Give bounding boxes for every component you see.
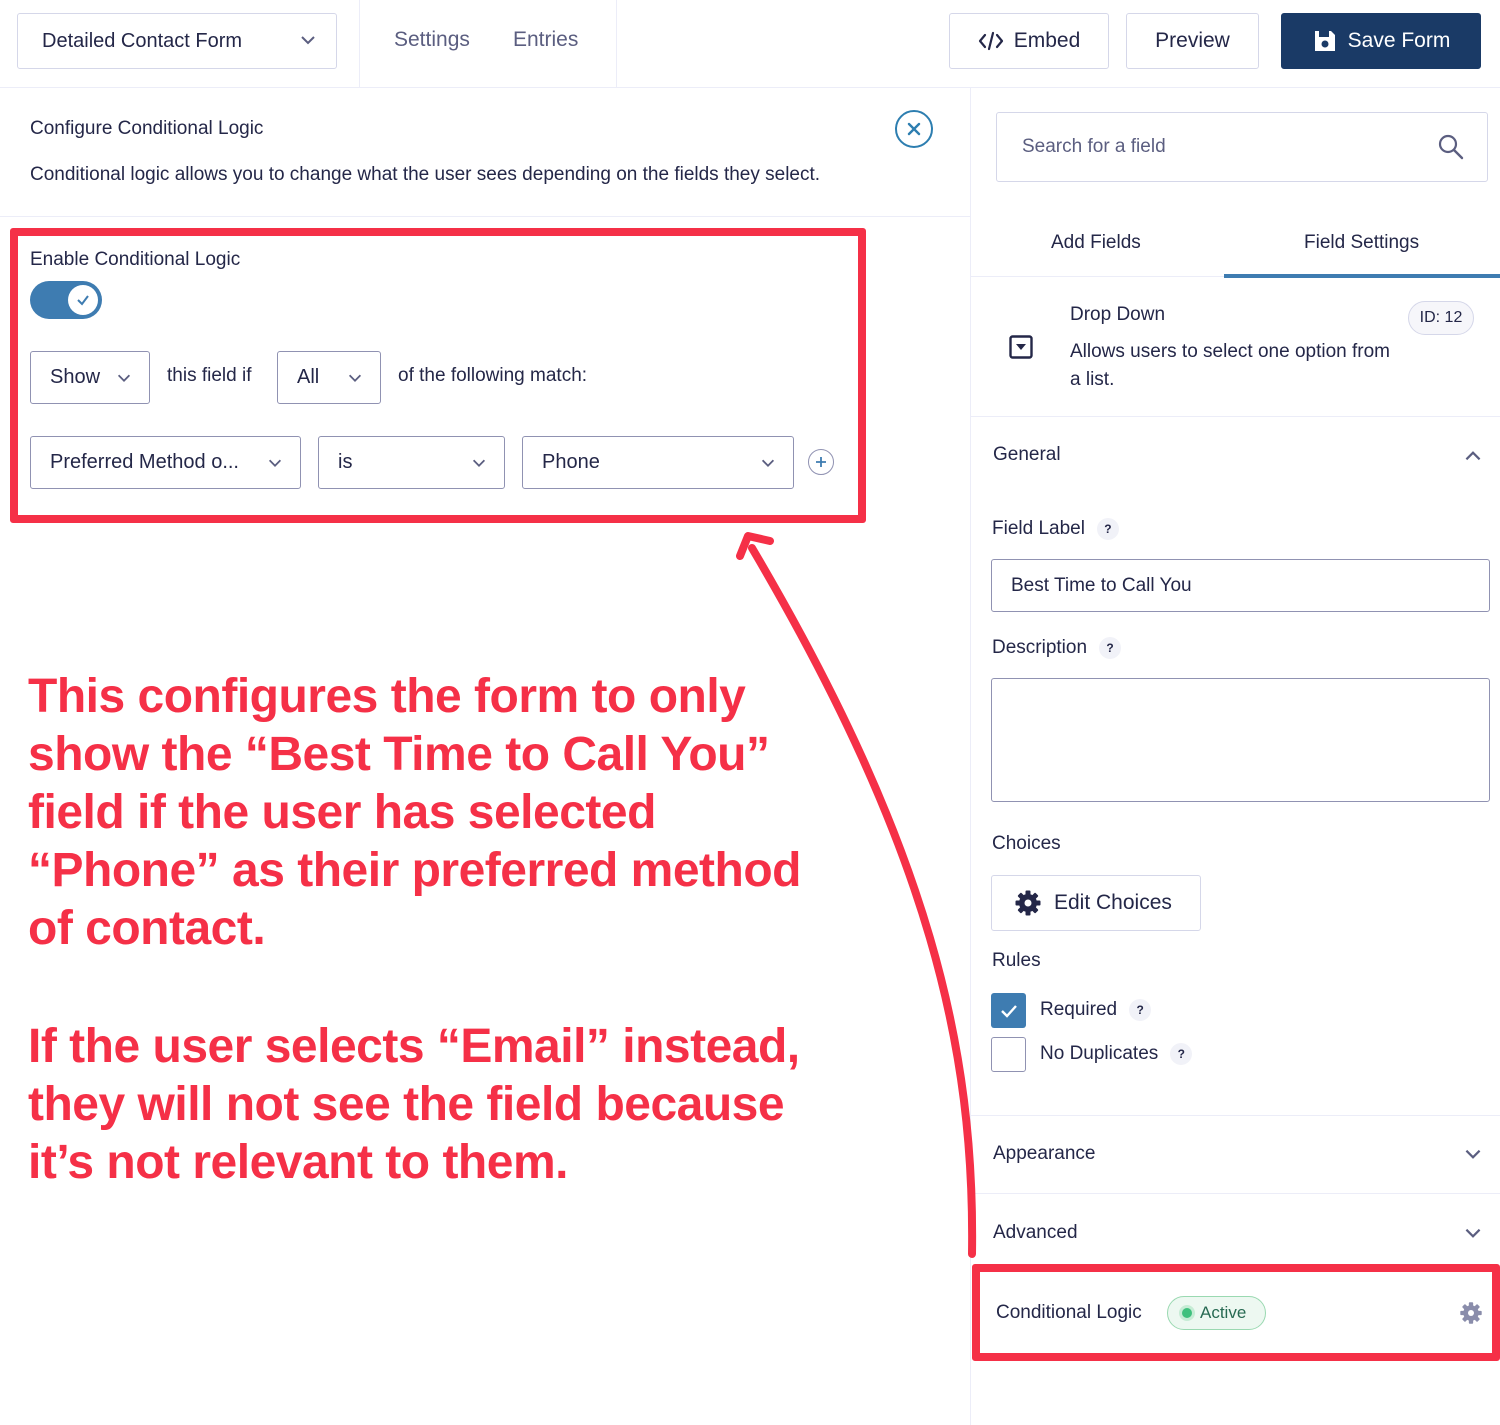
save-form-label: Save Form xyxy=(1347,29,1451,52)
required-label: Required ? xyxy=(1040,999,1152,1021)
floppy-disk-icon xyxy=(1314,31,1335,51)
appearance-section-title[interactable]: Appearance xyxy=(993,1143,1095,1165)
check-icon xyxy=(77,295,89,306)
no-duplicates-checkbox[interactable] xyxy=(991,1037,1026,1072)
active-tab-indicator xyxy=(1224,274,1500,278)
rules-text: Rules xyxy=(992,950,1041,971)
rule-operator-value: is xyxy=(338,451,353,473)
section-divider xyxy=(971,1115,1500,1116)
chevron-down-icon[interactable] xyxy=(1462,1143,1484,1165)
description-title: Description ? xyxy=(992,637,1122,659)
form-name: Detailed Contact Form xyxy=(42,29,243,52)
edit-choices-button[interactable]: Edit Choices xyxy=(991,875,1201,931)
active-dot-icon xyxy=(1182,1308,1192,1318)
plus-icon xyxy=(816,457,826,467)
conditional-logic-section-title[interactable]: Conditional Logic xyxy=(996,1302,1142,1324)
following-match-text: of the following match: xyxy=(398,365,588,386)
tab-field-settings[interactable]: Field Settings xyxy=(1304,232,1419,254)
field-id-badge: ID: 12 xyxy=(1408,301,1474,335)
nav-settings[interactable]: Settings xyxy=(394,28,470,52)
action-select[interactable]: Show xyxy=(30,351,150,404)
field-type-title: Drop Down xyxy=(1070,304,1166,325)
annotation-paragraph-1: This configures the form to only show th… xyxy=(28,670,802,955)
rule-value-value: Phone xyxy=(542,451,600,473)
toolbar-divider xyxy=(359,0,360,88)
chevron-down-icon xyxy=(268,459,282,467)
section-divider xyxy=(971,416,1500,417)
chevron-down-icon xyxy=(348,374,362,382)
choices-title: Choices xyxy=(992,833,1061,855)
field-search-input[interactable]: Search for a field xyxy=(996,112,1488,182)
code-icon xyxy=(978,31,1003,51)
field-label-title: Field Label ? xyxy=(992,518,1119,540)
chevron-down-icon xyxy=(301,36,315,45)
this-field-if-text: this field if xyxy=(167,365,252,386)
field-label-value: Best Time to Call You xyxy=(1011,574,1192,596)
section-divider xyxy=(971,1193,1500,1194)
embed-label: Embed xyxy=(1013,29,1081,52)
search-placeholder: Search for a field xyxy=(1022,136,1166,157)
dropdown-field-icon xyxy=(1009,335,1033,359)
save-form-button[interactable]: Save Form xyxy=(1281,13,1481,69)
chevron-up-icon[interactable] xyxy=(1462,445,1484,467)
help-icon[interactable]: ? xyxy=(1099,637,1122,659)
action-select-value: Show xyxy=(50,366,101,388)
status-badge: Active xyxy=(1167,1296,1266,1330)
gear-icon[interactable] xyxy=(1459,1301,1483,1325)
toggle-knob xyxy=(68,285,98,315)
rule-operator-select[interactable]: is xyxy=(318,436,505,489)
toolbar-divider xyxy=(616,0,617,88)
preview-button[interactable]: Preview xyxy=(1126,13,1259,69)
required-checkbox[interactable] xyxy=(991,993,1026,1028)
required-text: Required xyxy=(1040,999,1118,1020)
field-label-text: Field Label xyxy=(992,518,1085,539)
top-toolbar: Detailed Contact Form Settings Entries E… xyxy=(0,0,1500,88)
panel-description: Conditional logic allows you to change w… xyxy=(30,164,821,185)
close-panel-button[interactable] xyxy=(895,110,933,148)
tab-add-fields[interactable]: Add Fields xyxy=(1051,232,1141,254)
rule-value-select[interactable]: Phone xyxy=(522,436,794,489)
check-icon xyxy=(1000,1004,1017,1018)
help-icon[interactable]: ? xyxy=(1129,999,1152,1021)
form-switcher-dropdown[interactable]: Detailed Contact Form xyxy=(17,13,337,69)
no-duplicates-text: No Duplicates xyxy=(1040,1043,1159,1064)
close-icon xyxy=(907,122,921,136)
preview-label: Preview xyxy=(1155,29,1230,52)
rule-field-value: Preferred Method o... xyxy=(50,451,239,473)
embed-button[interactable]: Embed xyxy=(949,13,1109,69)
general-section-title[interactable]: General xyxy=(993,444,1061,466)
help-icon[interactable]: ? xyxy=(1170,1043,1193,1065)
gear-icon xyxy=(1015,890,1041,916)
chevron-down-icon[interactable] xyxy=(1462,1222,1484,1244)
nav-entries[interactable]: Entries xyxy=(513,28,578,52)
help-icon[interactable]: ? xyxy=(1096,518,1119,540)
match-type-value: All xyxy=(297,366,320,388)
search-icon xyxy=(1438,134,1464,160)
chevron-down-icon xyxy=(472,459,486,467)
rule-field-select[interactable]: Preferred Method o... xyxy=(30,436,301,489)
annotation-paragraph-2: If the user selects “Email” instead, the… xyxy=(28,1020,800,1189)
description-text: Description xyxy=(992,637,1088,658)
field-type-description: Allows users to select one option from a… xyxy=(1070,341,1390,390)
panel-title: Configure Conditional Logic xyxy=(30,118,264,139)
conditional-logic-header: Configure Conditional Logic Conditional … xyxy=(0,88,970,217)
advanced-section-title[interactable]: Advanced xyxy=(993,1222,1078,1244)
field-label-input[interactable]: Best Time to Call You xyxy=(991,559,1490,612)
status-badge-text: Active xyxy=(1200,1303,1247,1322)
edit-choices-label: Edit Choices xyxy=(1054,891,1172,914)
chevron-down-icon xyxy=(117,374,131,382)
chevron-down-icon xyxy=(761,459,775,467)
description-textarea[interactable] xyxy=(991,678,1490,802)
no-duplicates-label: No Duplicates ? xyxy=(1040,1043,1193,1065)
choices-text: Choices xyxy=(992,833,1061,854)
match-type-select[interactable]: All xyxy=(277,351,381,404)
add-rule-button[interactable] xyxy=(808,449,834,475)
enable-conditional-logic-label: Enable Conditional Logic xyxy=(30,249,241,270)
enable-conditional-logic-toggle[interactable] xyxy=(30,281,102,319)
rules-title: Rules xyxy=(992,950,1041,972)
